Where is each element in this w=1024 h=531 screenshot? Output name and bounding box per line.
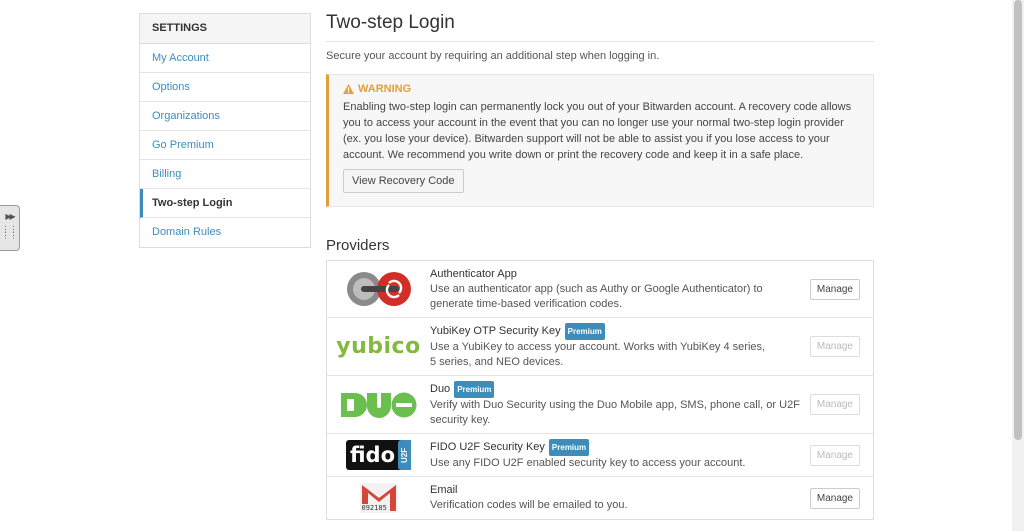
- sidebar-item-my-account[interactable]: My Account: [140, 44, 310, 73]
- provider-body: Duo Premium Verify with Duo Security usin…: [430, 381, 873, 428]
- provider-body: Email Verification codes will be emailed…: [430, 483, 873, 513]
- authenticator-logo-icon: [327, 270, 430, 308]
- manage-yubikey-button[interactable]: Manage: [809, 336, 860, 357]
- warning-text: Enabling two-step login can permanently …: [343, 101, 852, 161]
- u2f-logo-text: U2F: [398, 440, 412, 470]
- page-title: Two-step Login: [326, 10, 874, 42]
- yubico-logo-text: yubico: [336, 334, 421, 359]
- provider-email: 092185 Email Verification codes will be …: [327, 477, 873, 519]
- premium-badge: Premium: [548, 439, 590, 456]
- provider-name-row: Duo Premium: [430, 381, 873, 398]
- email-code-text: 092185: [361, 504, 387, 512]
- provider-description: Verification codes will be emailed to yo…: [430, 499, 628, 511]
- warning-heading: WARNING: [343, 83, 859, 95]
- provider-description: Use any FIDO U2F enabled security key to…: [430, 457, 746, 469]
- provider-name-row: Authenticator App: [430, 267, 873, 282]
- provider-description: Verify with Duo Security using the Duo M…: [430, 399, 800, 426]
- view-recovery-code-button[interactable]: View Recovery Code: [343, 169, 464, 193]
- manage-duo-button[interactable]: Manage: [809, 394, 860, 415]
- provider-yubikey: yubico YubiKey OTP Security Key Premium U…: [327, 318, 873, 376]
- provider-name: FIDO U2F Security Key: [430, 441, 545, 453]
- provider-body: FIDO U2F Security Key Premium Use any FID…: [430, 439, 873, 471]
- provider-name: Duo: [430, 383, 451, 395]
- provider-name: Email: [430, 484, 458, 496]
- provider-description: Use an authenticator app (such as Authy …: [430, 282, 763, 310]
- provider-name-row: FIDO U2F Security Key Premium: [430, 439, 873, 456]
- side-panel-handle[interactable]: ▶▶ ⋮⋮ ⋮⋮: [0, 205, 20, 251]
- provider-body: Authenticator App Use an authenticator a…: [430, 267, 873, 312]
- provider-name-row: Email: [430, 483, 873, 498]
- duo-logo-icon: [327, 392, 430, 418]
- sidebar-item-billing[interactable]: Billing: [140, 160, 310, 189]
- provider-description: Use a YubiKey to access your account. Wo…: [430, 341, 766, 368]
- provider-name: YubiKey OTP Security Key: [430, 325, 561, 337]
- warning-triangle-icon: [343, 84, 354, 94]
- settings-sidebar: SETTINGS My Account Options Organization…: [139, 13, 311, 248]
- manage-authenticator-button[interactable]: Manage: [809, 278, 860, 300]
- sidebar-item-two-step-login[interactable]: Two-step Login: [140, 189, 310, 218]
- double-chevron-icon: ▶▶: [5, 212, 15, 221]
- main-content: Two-step Login Secure your account by re…: [326, 10, 874, 520]
- provider-authenticator: Authenticator App Use an authenticator a…: [327, 261, 873, 318]
- fido-logo-icon: fido U2F: [327, 440, 430, 470]
- provider-name: Authenticator App: [430, 267, 517, 280]
- sidebar-item-options[interactable]: Options: [140, 73, 310, 102]
- provider-fido: fido U2F FIDO U2F Security Key Premium Us…: [327, 434, 873, 477]
- page-scrollbar[interactable]: [1012, 0, 1024, 531]
- yubico-logo-icon: yubico: [327, 334, 430, 359]
- provider-body: YubiKey OTP Security Key Premium Use a Yu…: [430, 323, 873, 370]
- provider-name-row: YubiKey OTP Security Key Premium: [430, 323, 873, 340]
- premium-badge: Premium: [454, 381, 495, 398]
- gmail-logo-icon: 092185: [327, 483, 430, 513]
- premium-badge: Premium: [564, 323, 605, 340]
- sidebar-header: SETTINGS: [140, 14, 310, 44]
- warning-callout: WARNING Enabling two-step login can perm…: [326, 74, 874, 207]
- sidebar-item-domain-rules[interactable]: Domain Rules: [140, 218, 310, 247]
- sidebar-item-organizations[interactable]: Organizations: [140, 102, 310, 131]
- manage-email-button[interactable]: Manage: [809, 487, 860, 509]
- warning-title: WARNING: [358, 83, 412, 95]
- fido-logo-text: fido: [349, 443, 396, 467]
- grip-icon: ⋮⋮ ⋮⋮: [1, 225, 18, 240]
- providers-list: Authenticator App Use an authenticator a…: [326, 260, 874, 520]
- manage-fido-button[interactable]: Manage: [809, 444, 860, 466]
- provider-duo: Duo Premium Verify with Duo Security usin…: [327, 376, 873, 434]
- providers-heading: Providers: [326, 237, 390, 254]
- sidebar-item-go-premium[interactable]: Go Premium: [140, 131, 310, 160]
- scroll-thumb[interactable]: [1014, 0, 1022, 440]
- page-subtitle: Secure your account by requiring an addi…: [326, 50, 660, 62]
